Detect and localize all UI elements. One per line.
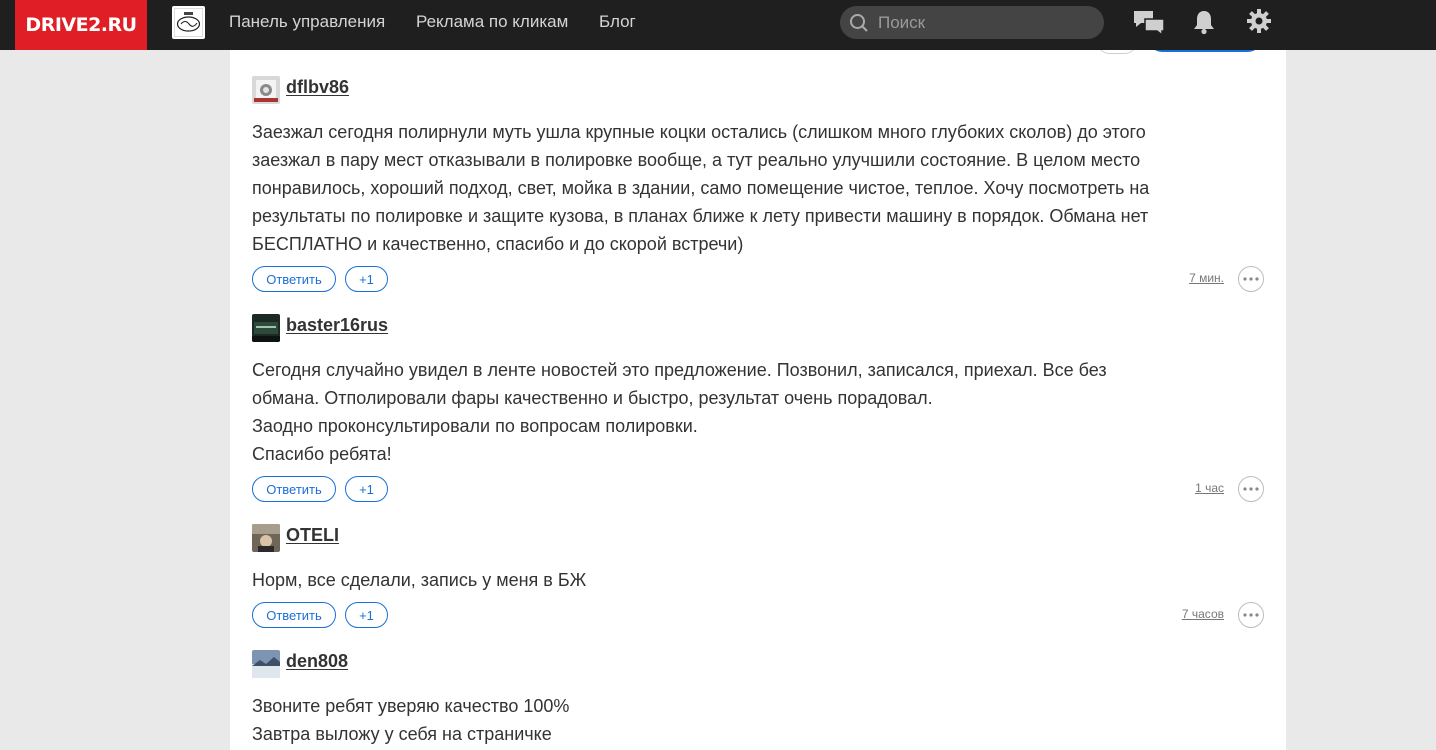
comment-text: Звоните ребят уверяю качество 100% Завтр…: [252, 696, 570, 744]
top-navbar: DRIVE2.RU Панель управления Реклама по к…: [0, 0, 1436, 50]
reply-button[interactable]: Ответить: [252, 602, 336, 628]
comment-author[interactable]: OTELI: [286, 525, 339, 546]
user-avatar[interactable]: [172, 6, 205, 39]
more-options-button[interactable]: [1238, 476, 1264, 502]
messages-icon[interactable]: [1133, 9, 1165, 37]
search-icon: [850, 14, 868, 32]
plus-one-button[interactable]: +1: [345, 476, 388, 502]
plus-one-button[interactable]: +1: [345, 266, 388, 292]
more-options-button[interactable]: [1238, 266, 1264, 292]
user-avatar[interactable]: [252, 314, 280, 342]
gear-icon[interactable]: [1247, 9, 1271, 33]
comment-item: dflbv86 Заезжал сегодня полирнули муть у…: [252, 76, 1264, 292]
more-icon: [1243, 487, 1259, 491]
comment-item: OTELI Норм, все сделали, запись у меня в…: [252, 524, 1264, 628]
nav-dashboard[interactable]: Панель управления: [229, 0, 385, 44]
search-input[interactable]: [878, 6, 1088, 39]
nav-click-ads[interactable]: Реклама по кликам: [416, 0, 568, 44]
comment-timestamp[interactable]: 7 мин.: [1189, 271, 1224, 285]
comment-item: baster16rus Сегодня случайно увидел в ле…: [252, 314, 1264, 502]
comment-author[interactable]: den808: [286, 651, 348, 672]
comment-actions: Ответить +1 1 час: [252, 476, 1264, 502]
plus-one-button[interactable]: +1: [345, 602, 388, 628]
comment-text: Заезжал сегодня полирнули муть ушла круп…: [252, 122, 1150, 254]
comment-item: den808 Звоните ребят уверяю качество 100…: [252, 650, 1264, 744]
comment-author[interactable]: dflbv86: [286, 77, 349, 98]
more-icon: [1243, 277, 1259, 281]
nav-blog[interactable]: Блог: [599, 0, 636, 44]
comment-text: Сегодня случайно увидел в ленте новостей…: [252, 360, 1107, 464]
profile-logo-icon: [174, 8, 203, 37]
comment-text: Норм, все сделали, запись у меня в БЖ: [252, 570, 587, 590]
user-avatar[interactable]: [252, 524, 280, 552]
comment-actions: Ответить +1 7 часов: [252, 602, 1264, 628]
more-options-button[interactable]: [1238, 602, 1264, 628]
site-logo[interactable]: DRIVE2.RU: [15, 0, 147, 50]
more-icon: [1243, 613, 1259, 617]
bell-icon[interactable]: [1192, 9, 1216, 35]
comment-author[interactable]: baster16rus: [286, 315, 388, 336]
comments-panel: dflbv86 Заезжал сегодня полирнули муть у…: [230, 0, 1286, 750]
reply-button[interactable]: Ответить: [252, 476, 336, 502]
comment-timestamp[interactable]: 1 час: [1195, 481, 1224, 495]
user-avatar[interactable]: [252, 76, 280, 104]
comment-timestamp[interactable]: 7 часов: [1182, 607, 1224, 621]
comment-actions: Ответить +1 7 мин.: [252, 266, 1264, 292]
user-avatar[interactable]: [252, 650, 280, 678]
reply-button[interactable]: Ответить: [252, 266, 336, 292]
search-box: [840, 6, 1104, 39]
